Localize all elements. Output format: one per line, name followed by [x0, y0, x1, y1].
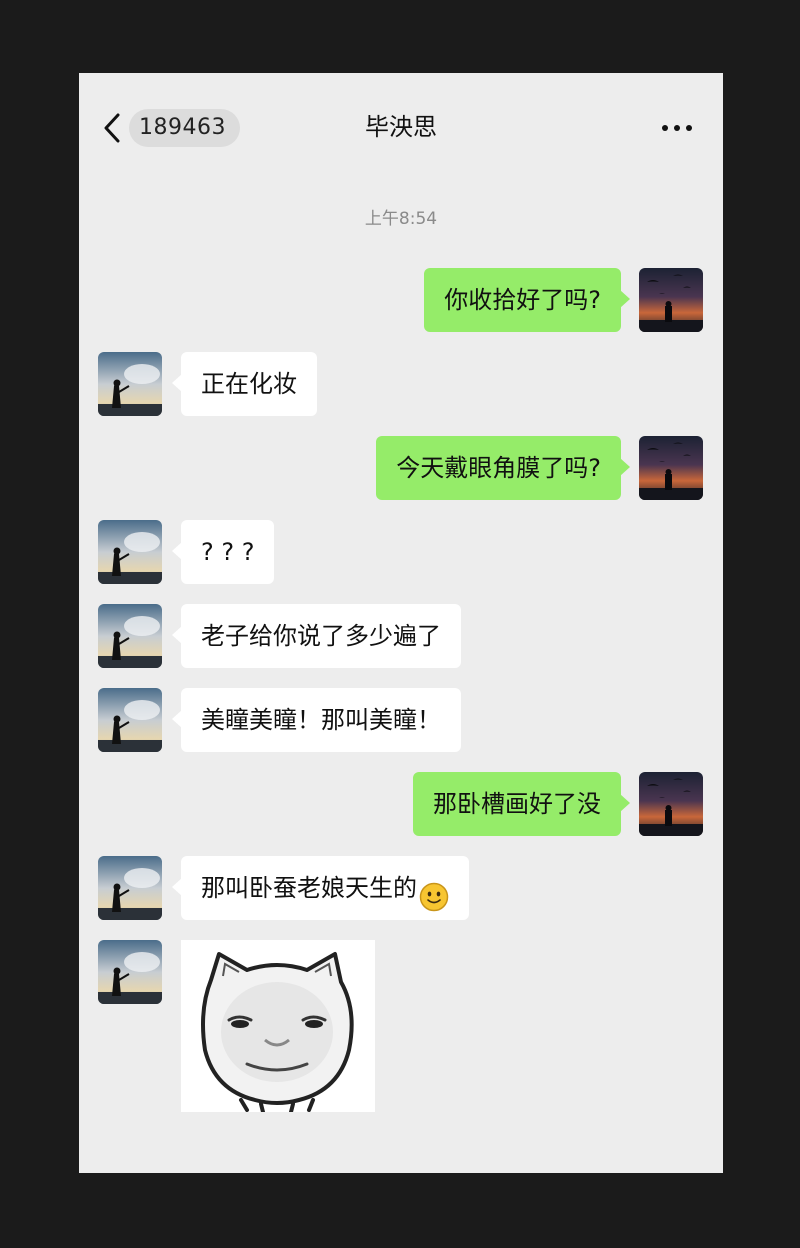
more-dots-icon [661, 117, 693, 136]
sent-message-bubble[interactable]: 今天戴眼角膜了吗? [376, 436, 630, 500]
contact-avatar[interactable] [98, 856, 162, 920]
sent-message-bubble[interactable]: 那卧槽画好了没 [413, 772, 630, 836]
sent-message-bubble[interactable]: 你收拾好了吗? [424, 268, 630, 332]
chat-header: 189463 毕泱思 [79, 73, 723, 183]
my-avatar[interactable] [639, 268, 703, 332]
contact-avatar[interactable] [98, 604, 162, 668]
more-button[interactable] [657, 111, 697, 141]
message-timestamp: 上午8:54 [364, 209, 438, 229]
received-message-bubble[interactable]: 那叫卧蚕老娘天生的 [172, 856, 469, 920]
received-message-bubble[interactable]: 美瞳美瞳！那叫美瞳！ [172, 688, 461, 752]
contact-avatar[interactable] [98, 352, 162, 416]
cat-face-sticker[interactable] [181, 940, 375, 1112]
received-message-bubble[interactable]: 正在化妆 [172, 352, 317, 416]
my-avatar[interactable] [639, 772, 703, 836]
contact-avatar[interactable] [98, 940, 162, 1004]
received-message-bubble[interactable]: 老子给你说了多少遍了 [172, 604, 461, 668]
contact-avatar[interactable] [98, 688, 162, 752]
contact-avatar[interactable] [98, 520, 162, 584]
chat-screen: 189463 毕泱思 上午8:54 你收拾好了吗? 正在化妆 今天戴眼角膜了吗?… [79, 73, 723, 1173]
message-text: 那叫卧蚕老娘天生的 [201, 874, 417, 902]
my-avatar[interactable] [639, 436, 703, 500]
chat-title: 毕泱思 [365, 113, 437, 141]
smile-emoji-icon [419, 872, 449, 912]
received-message-bubble[interactable]: ? ? ? [171, 520, 275, 584]
